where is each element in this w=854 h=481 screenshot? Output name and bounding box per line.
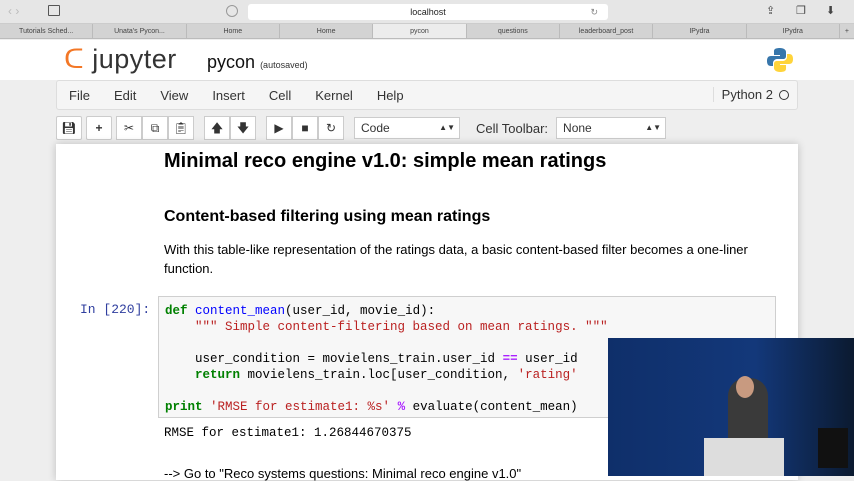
select-arrow-icon: ▲▼ — [645, 123, 662, 132]
python-logo-icon — [767, 48, 793, 72]
stop-button[interactable]: ■ — [292, 116, 318, 140]
cell-type-value: Code — [361, 121, 390, 135]
browser-toolbar: ‹ › localhost ↻ ⇪ ❐ ⬇ — [0, 0, 854, 24]
cut-button[interactable]: ✂ — [116, 116, 142, 140]
download-icon[interactable]: ⬇ — [826, 4, 835, 17]
browser-tab-active[interactable]: pycon — [373, 24, 467, 38]
browser-tab[interactable]: questions — [467, 24, 560, 38]
browser-tab[interactable]: Home — [280, 24, 374, 38]
notebook-name[interactable]: pycon (autosaved) — [207, 52, 308, 73]
monitor — [818, 428, 848, 468]
menu-cell[interactable]: Cell — [257, 88, 303, 103]
browser-tab[interactable]: IPydra — [747, 24, 840, 38]
notebook-toolbar: 💾︎ + ✂ ⧉ 📋︎ 🡅 🡇 ▶ ■ ↻ Code ▲▼ Cell Toolbar: No… — [56, 114, 798, 142]
code-token: def — [165, 304, 188, 318]
cell-type-select[interactable]: Code ▲▼ — [354, 117, 460, 139]
save-status: (autosaved) — [260, 60, 308, 70]
heading-2: Content-based filtering using mean ratin… — [164, 208, 491, 225]
podium — [704, 438, 784, 476]
browser-tab[interactable]: leaderboard_post — [560, 24, 654, 38]
insert-cell-button[interactable]: + — [86, 116, 112, 140]
markdown-paragraph: With this table-like representation of t… — [164, 242, 748, 276]
cell-toolbar-select[interactable]: None ▲▼ — [556, 117, 667, 139]
sidebar-icon[interactable] — [48, 5, 60, 16]
cell-output: RMSE for estimate1: 1.26844670375 — [164, 426, 412, 440]
save-button[interactable]: 💾︎ — [56, 116, 82, 140]
code-token: % — [397, 400, 406, 414]
kernel-status-icon — [779, 90, 789, 100]
tabs-icon[interactable]: ❐ — [796, 4, 806, 17]
code-token: print — [165, 400, 203, 414]
cell-prompt: In [220]: — [80, 302, 151, 317]
code-token: evaluate(content_mean) — [405, 400, 578, 414]
code-token: 'rating' — [517, 368, 578, 382]
address-bar[interactable]: localhost ↻ — [248, 4, 608, 20]
notebook-title: pycon — [207, 52, 256, 72]
code-token: content_mean — [195, 304, 286, 318]
menu-edit[interactable]: Edit — [102, 88, 148, 103]
browser-tab[interactable]: Unata's Pycon... — [93, 24, 187, 38]
select-arrow-icon: ▲▼ — [439, 123, 455, 132]
browser-tabs: Tutorials Sched... Unata's Pycon... Home… — [0, 24, 854, 39]
menu-view[interactable]: View — [148, 88, 200, 103]
browser-tab[interactable]: Home — [187, 24, 280, 38]
browser-tab[interactable]: Tutorials Sched... — [0, 24, 94, 38]
code-token: return — [165, 368, 241, 382]
reload-icon[interactable]: ↻ — [590, 4, 598, 20]
back-forward-icon[interactable]: ‹ › — [8, 4, 19, 18]
code-token: == — [502, 352, 518, 366]
url-text: localhost — [410, 7, 446, 17]
cell-toolbar-value: None — [563, 121, 592, 135]
logo-text: jupyter — [92, 44, 177, 74]
menu-help[interactable]: Help — [365, 88, 416, 103]
cell-toolbar-label: Cell Toolbar: — [476, 120, 549, 136]
menu-bar: File Edit View Insert Cell Kernel Help P… — [56, 80, 798, 110]
paste-button[interactable]: 📋︎ — [168, 116, 194, 140]
menu-kernel[interactable]: Kernel — [303, 88, 365, 103]
copy-button[interactable]: ⧉ — [142, 116, 168, 140]
menu-file[interactable]: File — [57, 88, 102, 103]
menu-insert[interactable]: Insert — [200, 88, 257, 103]
code-token: user_condition = movielens_train.user_id — [165, 352, 503, 366]
restart-button[interactable]: ↻ — [318, 116, 344, 140]
code-token: (user_id, movie_id): — [285, 304, 436, 318]
share-icon[interactable]: ⇪ — [766, 4, 775, 17]
privacy-icon — [226, 5, 238, 17]
jupyter-header: ᑕ jupyter pycon (autosaved) — [0, 40, 854, 80]
markdown-link-text: --> Go to "Reco systems questions: Minim… — [164, 466, 522, 481]
code-token: """ Simple content-filtering based on me… — [165, 320, 608, 334]
code-token: user_id — [517, 352, 578, 366]
jupyter-logo[interactable]: ᑕ jupyter — [64, 44, 177, 75]
move-down-button[interactable]: 🡇 — [230, 116, 256, 140]
speaker-video-overlay — [608, 338, 854, 476]
code-token: movielens_train.loc[user_condition, — [240, 368, 518, 382]
kernel-name: Python 2 — [721, 87, 773, 102]
move-up-button[interactable]: 🡅 — [204, 116, 230, 140]
kernel-indicator: Python 2 — [712, 87, 789, 102]
code-token: 'RMSE for estimate1: %s' — [210, 400, 391, 414]
new-tab-button[interactable]: + — [840, 24, 854, 38]
heading-1: Minimal reco engine v1.0: simple mean ra… — [164, 150, 607, 172]
speaker-head — [736, 376, 754, 398]
browser-tab[interactable]: IPydra — [653, 24, 747, 38]
run-button[interactable]: ▶ — [266, 116, 292, 140]
